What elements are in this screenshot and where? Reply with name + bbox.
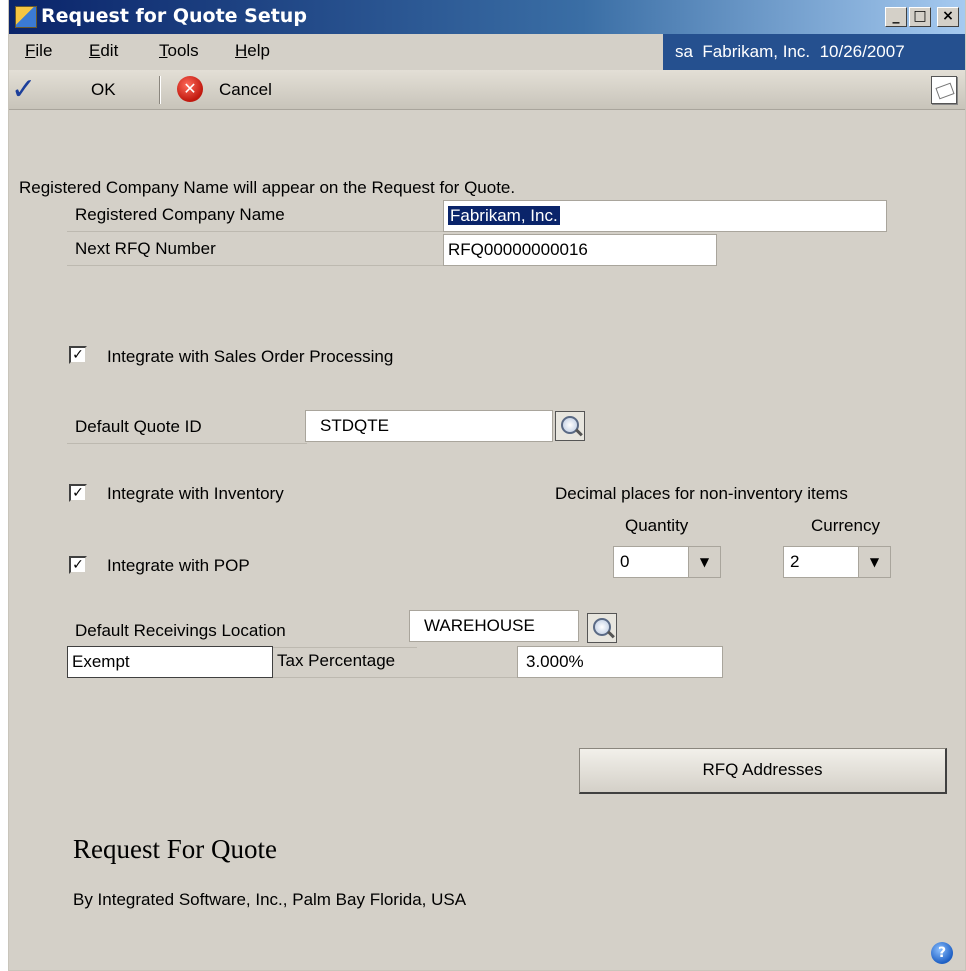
decimal-places-heading: Decimal places for non-inventory items <box>555 484 848 503</box>
menu-file[interactable]: File <box>25 41 52 61</box>
integrate-inventory-checkbox[interactable]: ✓ <box>69 484 87 502</box>
note-icon[interactable] <box>931 76 957 104</box>
maximize-button[interactable]: □ <box>909 7 931 27</box>
request-for-quote-setup-window: Request for Quote Setup _ □ × File Edit … <box>8 0 966 971</box>
status-date: 10/26/2007 <box>819 42 905 61</box>
status-user: sa <box>675 42 693 61</box>
next-rfq-label: Next RFQ Number <box>67 234 447 266</box>
chevron-down-icon[interactable]: ▼ <box>688 547 720 577</box>
menu-bar: File Edit Tools Help sa Fabrikam, Inc. 1… <box>9 34 965 70</box>
menu-help-label: elp <box>247 41 270 60</box>
form-content: Registered Company Name will appear on t… <box>9 110 965 971</box>
integrate-sop-label: Integrate with Sales Order Processing <box>107 347 394 366</box>
registered-company-value: Fabrikam, Inc. <box>448 206 560 225</box>
next-rfq-field[interactable]: RFQ00000000016 <box>443 234 717 266</box>
receivings-location-field[interactable]: WAREHOUSE <box>409 610 579 642</box>
ok-button[interactable]: OK <box>91 80 116 100</box>
default-quote-field[interactable]: STDQTE <box>305 410 553 442</box>
publisher-text: By Integrated Software, Inc., Palm Bay F… <box>73 890 467 909</box>
default-quote-lookup-icon[interactable] <box>555 411 585 441</box>
quantity-value: 0 <box>620 552 630 571</box>
tax-percentage-field[interactable]: 3.000% <box>517 646 723 678</box>
menu-tools-accel: T <box>159 41 168 60</box>
ok-check-icon[interactable]: ✓ <box>11 72 36 107</box>
receivings-location-label: Default Receivings Location <box>67 616 417 648</box>
menu-tools-label: ools <box>167 41 199 60</box>
chevron-down-icon[interactable]: ▼ <box>858 547 890 577</box>
menu-help[interactable]: Help <box>235 41 270 61</box>
toolbar-separator <box>159 76 161 104</box>
menu-edit-accel: E <box>89 41 101 60</box>
minimize-button[interactable]: _ <box>885 7 907 27</box>
cancel-icon[interactable]: ✕ <box>177 76 203 102</box>
tax-code-field[interactable]: Exempt <box>67 646 273 678</box>
title-bar[interactable]: Request for Quote Setup _ □ × <box>9 0 965 34</box>
currency-value: 2 <box>790 552 800 571</box>
window-title: Request for Quote Setup <box>41 5 307 27</box>
registered-company-field[interactable]: Fabrikam, Inc. <box>443 200 887 232</box>
registered-company-label: Registered Company Name <box>67 200 447 232</box>
cancel-button[interactable]: Cancel <box>219 80 272 100</box>
menu-edit[interactable]: Edit <box>89 41 118 61</box>
menu-help-accel: H <box>235 41 248 60</box>
default-quote-label: Default Quote ID <box>67 412 307 444</box>
quantity-label: Quantity <box>625 516 689 535</box>
currency-label: Currency <box>811 516 880 535</box>
integrate-inventory-label: Integrate with Inventory <box>107 484 284 503</box>
integrate-sop-checkbox[interactable]: ✓ <box>69 346 87 364</box>
user-company-date-status: sa Fabrikam, Inc. 10/26/2007 <box>663 34 965 70</box>
receivings-location-lookup-icon[interactable] <box>587 613 617 643</box>
rfq-addresses-button[interactable]: RFQ Addresses <box>579 748 947 794</box>
menu-file-label: ile <box>35 41 53 60</box>
close-button[interactable]: × <box>937 7 959 27</box>
toolbar: ✓ OK ✕ Cancel <box>9 70 965 110</box>
integrate-pop-label: Integrate with POP <box>107 556 250 575</box>
product-title: Request For Quote <box>73 834 277 864</box>
menu-file-accel: F <box>25 41 36 60</box>
currency-dropdown[interactable]: 2 ▼ <box>783 546 891 578</box>
quantity-dropdown[interactable]: 0 ▼ <box>613 546 721 578</box>
app-icon <box>15 6 37 28</box>
tax-percentage-label: Tax Percentage <box>273 646 523 678</box>
intro-text: Registered Company Name will appear on t… <box>19 178 516 197</box>
status-company: Fabrikam, Inc. <box>702 42 811 61</box>
integrate-pop-checkbox[interactable]: ✓ <box>69 556 87 574</box>
help-icon[interactable]: ? <box>931 942 953 964</box>
menu-tools[interactable]: Tools <box>159 41 199 61</box>
menu-edit-label: dit <box>100 41 119 60</box>
